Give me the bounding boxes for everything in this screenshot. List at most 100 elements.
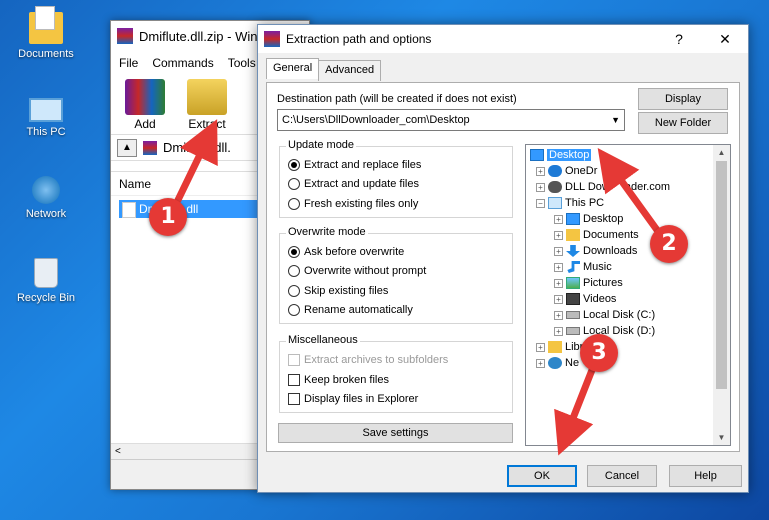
step-marker-2: 2 xyxy=(650,225,688,263)
radio-overwrite-without-prompt[interactable]: Overwrite without prompt xyxy=(288,265,426,277)
radio-icon[interactable] xyxy=(288,198,300,210)
tree-item-libraries[interactable]: + Libr xyxy=(536,339,583,355)
tree-item-pc-desktop[interactable]: + Desktop xyxy=(554,211,623,227)
tree-item-onedrive[interactable]: + OneDr xyxy=(536,163,597,179)
scroll-down-icon[interactable]: ▼ xyxy=(713,433,730,442)
winrar-title: Dmiflute.dll.zip - Win xyxy=(139,28,258,44)
radio-icon[interactable] xyxy=(288,304,300,316)
menu-commands[interactable]: Commands xyxy=(152,56,213,70)
display-button[interactable]: Display xyxy=(638,88,728,110)
radio-icon[interactable] xyxy=(288,285,300,297)
tree-scrollbar[interactable]: ▲ ▼ xyxy=(713,145,730,445)
dialog-titlebar: Extraction path and options ? ✕ xyxy=(258,25,748,53)
help-icon[interactable]: ? xyxy=(656,25,702,53)
desktop-icon-this-pc[interactable]: This PC xyxy=(8,92,84,138)
scrollbar-thumb[interactable] xyxy=(716,161,727,389)
this-pc-icon xyxy=(548,197,562,209)
new-folder-button[interactable]: New Folder xyxy=(638,112,728,134)
add-archive-icon xyxy=(125,79,165,115)
tree-label: Documents xyxy=(583,229,639,241)
desktop-icon-label: Documents xyxy=(18,48,74,60)
menu-tools[interactable]: Tools xyxy=(228,56,256,70)
radio-fresh-existing[interactable]: Fresh existing files only xyxy=(288,198,418,210)
save-settings-button[interactable]: Save settings xyxy=(278,423,513,443)
expand-icon[interactable]: + xyxy=(554,246,563,256)
disk-drive-icon xyxy=(566,311,580,319)
onedrive-icon xyxy=(548,165,562,177)
tree-item-dll-downloader[interactable]: + DLL Dow ader.com xyxy=(536,179,670,195)
radio-icon[interactable] xyxy=(288,178,300,190)
radio-ask-before-overwrite[interactable]: Ask before overwrite xyxy=(288,246,404,258)
expand-icon[interactable]: + xyxy=(536,182,545,192)
collapse-icon[interactable]: − xyxy=(536,198,545,208)
help-button[interactable]: Help xyxy=(669,465,742,487)
desktop-icon-network[interactable]: Network xyxy=(8,176,84,220)
expand-icon[interactable]: + xyxy=(536,342,545,352)
videos-icon xyxy=(566,293,580,305)
tree-item-desktop[interactable]: Desktop xyxy=(530,147,592,163)
tree-item-network[interactable]: + Ne xyxy=(536,355,579,371)
tree-item-local-disk-c[interactable]: + Local Disk (C:) xyxy=(554,307,655,323)
step-marker-1: 1 xyxy=(149,198,187,236)
expand-icon[interactable]: + xyxy=(554,326,563,336)
extract-to-button[interactable]: Extract To xyxy=(181,79,233,145)
tree-label: Pictures xyxy=(583,277,623,289)
menu-file[interactable]: File xyxy=(119,56,138,70)
miscellaneous-title: Miscellaneous xyxy=(286,334,360,346)
update-mode-title: Update mode xyxy=(286,139,357,151)
radio-icon[interactable] xyxy=(288,159,300,171)
expand-icon[interactable]: + xyxy=(536,166,545,176)
tab-advanced[interactable]: Advanced xyxy=(318,60,382,81)
radio-rename-automatically[interactable]: Rename automatically xyxy=(288,304,413,316)
desktop-icon-recycle-bin[interactable]: Recycle Bin xyxy=(8,258,84,304)
chevron-down-icon[interactable]: ▼ xyxy=(611,110,620,130)
ok-button[interactable]: OK xyxy=(507,465,577,487)
tree-item-downloads[interactable]: + Downloads xyxy=(554,243,637,259)
expand-icon[interactable]: + xyxy=(554,230,563,240)
checkbox-icon[interactable] xyxy=(288,393,300,405)
option-label: Extract and replace files xyxy=(304,159,422,171)
cancel-button[interactable]: Cancel xyxy=(587,465,657,487)
destination-path-input[interactable]: C:\Users\DllDownloader_com\Desktop ▼ xyxy=(277,109,625,131)
recycle-bin-icon xyxy=(34,258,58,288)
scroll-left-icon[interactable]: < xyxy=(115,446,121,457)
documents-folder-icon xyxy=(566,229,580,241)
radio-extract-replace[interactable]: Extract and replace files xyxy=(288,159,421,171)
tab-general[interactable]: General xyxy=(266,58,320,79)
expand-icon[interactable]: + xyxy=(554,294,563,304)
checkbox-icon[interactable] xyxy=(288,374,300,386)
radio-extract-update[interactable]: Extract and update files xyxy=(288,178,419,190)
scroll-up-icon[interactable]: ▲ xyxy=(713,148,730,157)
desktop-icon-label: This PC xyxy=(26,126,66,138)
archive-icon xyxy=(143,140,157,155)
expand-icon[interactable]: + xyxy=(554,310,563,320)
tree-item-pictures[interactable]: + Pictures xyxy=(554,275,623,291)
tree-label: Ne xyxy=(565,357,580,369)
tree-item-this-pc[interactable]: − This PC xyxy=(536,195,604,211)
expand-icon[interactable]: + xyxy=(554,278,563,288)
radio-icon[interactable] xyxy=(288,265,300,277)
tree-item-videos[interactable]: + Videos xyxy=(554,291,616,307)
radio-icon[interactable] xyxy=(288,246,300,258)
tree-item-documents[interactable]: + Documents xyxy=(554,227,639,243)
option-label: Ask before overwrite xyxy=(304,246,405,258)
user-folder-icon xyxy=(548,181,562,193)
folder-tree[interactable]: Desktop + OneDr + DLL Dow ader.com − This… xyxy=(525,144,731,446)
checkbox-display-in-explorer[interactable]: Display files in Explorer xyxy=(288,393,418,405)
expand-icon[interactable]: + xyxy=(554,262,563,272)
radio-skip-existing[interactable]: Skip existing files xyxy=(288,285,388,297)
option-label: Skip existing files xyxy=(304,285,389,297)
tree-item-music[interactable]: + Music xyxy=(554,259,612,275)
checkbox-keep-broken-files[interactable]: Keep broken files xyxy=(288,374,389,386)
tree-label: Desktop xyxy=(583,213,624,225)
archive-path[interactable]: Dmiflute.dll. xyxy=(163,140,231,155)
close-icon[interactable]: ✕ xyxy=(702,25,748,53)
expand-icon[interactable]: + xyxy=(554,214,563,224)
up-folder-button[interactable]: ▲ xyxy=(117,138,137,157)
expand-icon[interactable]: + xyxy=(536,358,545,368)
miscellaneous-group: Miscellaneous Extract archives to subfol… xyxy=(279,334,513,413)
desktop-icon-label: Recycle Bin xyxy=(16,292,76,304)
add-button[interactable]: Add xyxy=(119,79,171,131)
overwrite-mode-title: Overwrite mode xyxy=(286,226,368,238)
desktop-icon-documents[interactable]: Documents xyxy=(8,6,84,60)
